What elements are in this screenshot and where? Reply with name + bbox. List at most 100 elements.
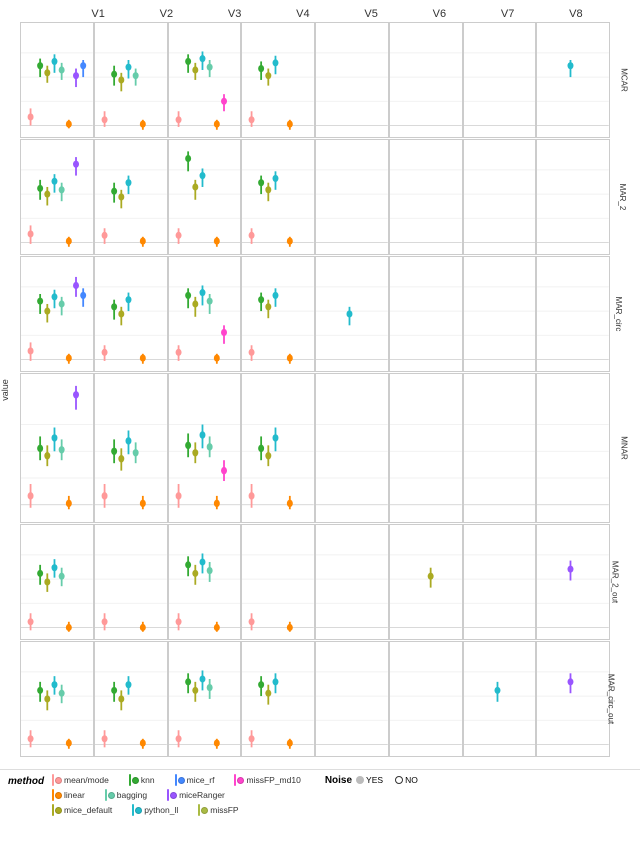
main-container: V1 V2 V3 V4 V5 V6 V7 V8 value xyxy=(0,0,640,849)
legend-item-meanmode: mean/mode xyxy=(52,774,109,786)
noise-item-yes: YES xyxy=(356,775,383,785)
mar2-cells xyxy=(20,139,610,255)
col-header-v5: V5 xyxy=(337,8,405,22)
legend-label-linear: linear xyxy=(64,790,85,800)
col-headers: V1 V2 V3 V4 V5 V6 V7 V8 xyxy=(36,8,610,22)
col-header-v4: V4 xyxy=(269,8,337,22)
legend-label-micer: miceRanger xyxy=(179,790,225,800)
cell-marcirc-v6 xyxy=(389,256,463,372)
row-label-mcar: MCAR xyxy=(620,68,629,92)
cell-mar2-v4 xyxy=(241,139,315,255)
cell-marcirc-v3 xyxy=(168,256,242,372)
chart-row-mar2out: MAR_2_out xyxy=(20,524,610,640)
chart-row-marcircout: MAR_circ_out xyxy=(20,641,610,757)
legend-item-micer: miceRanger xyxy=(167,789,225,801)
cell-marcirc-v7 xyxy=(463,256,537,372)
cell-marcircout-v2 xyxy=(94,641,168,757)
cell-mnar-v8 xyxy=(536,373,610,524)
legend-item-pythonll: python_ll xyxy=(132,804,178,816)
mnar-cells xyxy=(20,373,610,524)
cell-mar2-v6 xyxy=(389,139,463,255)
cell-marcircout-v7 xyxy=(463,641,537,757)
cell-marcirc-v8 xyxy=(536,256,610,372)
cell-marcirc-v2 xyxy=(94,256,168,372)
row-label-mar2: MAR_2 xyxy=(618,183,627,210)
cell-mcar-v6 xyxy=(389,22,463,138)
col-header-v2: V2 xyxy=(132,8,200,22)
legend-label-pythonll: python_ll xyxy=(144,805,178,815)
legend-label-micerf: mice_rf xyxy=(187,775,215,785)
cell-mar2-v2 xyxy=(94,139,168,255)
chart-row-mnar: MNAR xyxy=(20,373,610,524)
grid-rows: MCAR xyxy=(20,22,610,757)
legend-item-linear: linear xyxy=(52,789,85,801)
legend-label-knn: knn xyxy=(141,775,155,785)
cell-mnar-v4 xyxy=(241,373,315,524)
cell-mcar-v3 xyxy=(168,22,242,138)
chart-row-mcar: MCAR xyxy=(20,22,610,138)
cell-mcar-v2 xyxy=(94,22,168,138)
noise-label: Noise xyxy=(325,775,352,786)
row-label-marcircout: MAR_circ_out xyxy=(606,674,615,724)
cell-mar2out-v4 xyxy=(241,524,315,640)
noise-yes-label: YES xyxy=(366,775,383,785)
cell-mnar-v5 xyxy=(315,373,389,524)
cell-mnar-v1 xyxy=(20,373,94,524)
legend-item-missfpmd10: missFP_md10 xyxy=(234,774,300,786)
cell-mnar-v2 xyxy=(94,373,168,524)
y-axis-container: value xyxy=(8,22,20,757)
cell-mar2-v8 xyxy=(536,139,610,255)
legend-item-micerf: mice_rf xyxy=(175,774,215,786)
cell-mnar-v7 xyxy=(463,373,537,524)
legend-label-meanmode: mean/mode xyxy=(64,775,109,785)
cell-marcircout-v5 xyxy=(315,641,389,757)
row-label-mnar: MNAR xyxy=(620,436,629,460)
cell-mcar-v4 xyxy=(241,22,315,138)
cell-mar2out-v2 xyxy=(94,524,168,640)
legend-label-missfpmd10: missFP_md10 xyxy=(246,775,300,785)
col-header-v6: V6 xyxy=(405,8,473,22)
col-header-v7: V7 xyxy=(474,8,542,22)
rows-and-yaxis: value xyxy=(8,22,610,757)
y-axis-label: value xyxy=(0,379,10,401)
mar2out-cells xyxy=(20,524,610,640)
cell-marcircout-v3 xyxy=(168,641,242,757)
chart-row-mar2: MAR_2 xyxy=(20,139,610,255)
mcar-cells xyxy=(20,22,610,138)
col-header-v1: V1 xyxy=(64,8,132,22)
cell-mar2out-v7 xyxy=(463,524,537,640)
cell-mnar-v6 xyxy=(389,373,463,524)
method-label: method xyxy=(8,774,46,787)
cell-mar2out-v1 xyxy=(20,524,94,640)
legend-label-bagging: bagging xyxy=(117,790,147,800)
col-header-v8: V8 xyxy=(542,8,610,22)
cell-mar2out-v6 xyxy=(389,524,463,640)
legend-item-micedefault: mice_default xyxy=(52,804,112,816)
cell-mar2-v5 xyxy=(315,139,389,255)
legend-label-missfp: missFP xyxy=(210,805,238,815)
cell-mar2out-v5 xyxy=(315,524,389,640)
cell-mcar-v1 xyxy=(20,22,94,138)
cell-mar2out-v3 xyxy=(168,524,242,640)
cell-marcircout-v1 xyxy=(20,641,94,757)
cell-marcirc-v5 xyxy=(315,256,389,372)
cell-mar2out-v8 xyxy=(536,524,610,640)
col-header-v3: V3 xyxy=(201,8,269,22)
row-label-mar2out: MAR_2_out xyxy=(610,561,619,603)
marcircout-cells xyxy=(20,641,610,757)
cell-mcar-v7 xyxy=(463,22,537,138)
marcirc-cells xyxy=(20,256,610,372)
cell-marcirc-v1 xyxy=(20,256,94,372)
row-label-marcirc: MAR_circ xyxy=(614,296,623,331)
cell-mar2-v3 xyxy=(168,139,242,255)
chart-area: V1 V2 V3 V4 V5 V6 V7 V8 value xyxy=(0,0,640,769)
cell-mar2-v7 xyxy=(463,139,537,255)
legend-item-bagging: bagging xyxy=(105,789,147,801)
cell-marcirc-v4 xyxy=(241,256,315,372)
cell-marcircout-v4 xyxy=(241,641,315,757)
cell-marcircout-v6 xyxy=(389,641,463,757)
cell-mnar-v3 xyxy=(168,373,242,524)
legend-area: method mean/mode xyxy=(0,769,640,849)
noise-item-no: NO xyxy=(395,775,418,785)
legend-item-missfp: missFP xyxy=(198,804,238,816)
